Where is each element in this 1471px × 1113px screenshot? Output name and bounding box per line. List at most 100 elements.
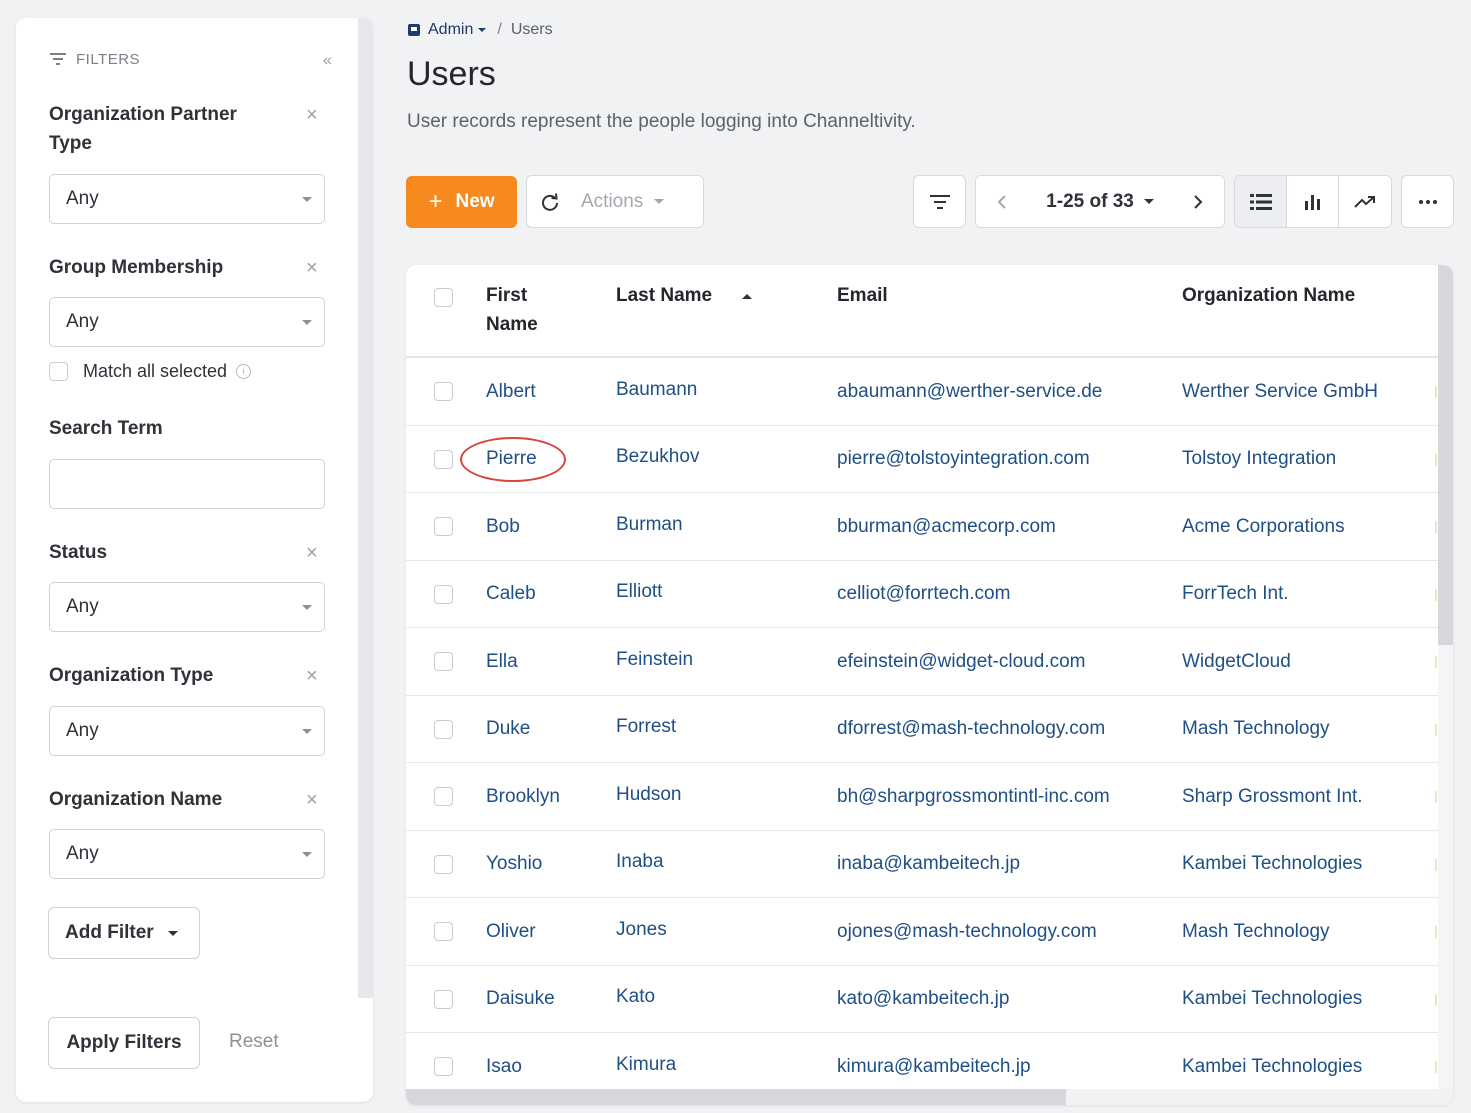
clear-filter-icon[interactable]: × — [306, 105, 318, 125]
organization-link[interactable]: WidgetCloud — [1182, 628, 1291, 695]
sort-ascending-icon[interactable] — [742, 294, 752, 299]
email-link[interactable]: celliot@forrtech.com — [837, 561, 1010, 628]
select-value: Any — [66, 720, 99, 741]
first-name-link[interactable]: Bob — [486, 493, 520, 560]
email-link[interactable]: efeinstein@widget-cloud.com — [837, 628, 1085, 695]
filter-label-group-membership: Group Membership — [49, 257, 224, 278]
page-range-dropdown[interactable]: 1-25 of 33 — [1028, 191, 1172, 213]
select-value: Any — [66, 843, 99, 864]
table-horizontal-scrollbar[interactable] — [406, 1089, 1066, 1105]
organization-link[interactable]: ForrTech Int. — [1182, 561, 1289, 628]
email-link[interactable]: ojones@mash-technology.com — [837, 898, 1097, 965]
row-checkbox[interactable] — [434, 854, 453, 874]
first-name-link[interactable]: Duke — [486, 696, 530, 763]
email-link[interactable]: pierre@tolstoyintegration.com — [837, 426, 1090, 493]
caret-down-icon — [654, 199, 665, 204]
column-header-last-name[interactable]: Last Name — [616, 281, 712, 310]
row-checkbox[interactable] — [434, 1057, 453, 1076]
row-checkbox[interactable] — [434, 449, 453, 469]
last-name-link[interactable]: Forrest — [616, 694, 676, 761]
first-name-link[interactable]: Brooklyn — [486, 763, 560, 830]
row-status-edge — [1435, 386, 1437, 398]
column-header-first-name[interactable]: First Name — [486, 281, 576, 339]
first-name-link[interactable]: Daisuke — [486, 966, 555, 1033]
match-all-checkbox[interactable] — [49, 361, 68, 381]
organization-name-select[interactable]: Any — [49, 829, 325, 879]
row-checkbox[interactable] — [434, 584, 453, 604]
partner-type-select[interactable]: Any — [49, 174, 325, 224]
email-link[interactable]: inaba@kambeitech.jp — [837, 831, 1020, 898]
organization-link[interactable]: Werther Service GmbH — [1182, 358, 1378, 425]
sidebar-scrollbar[interactable] — [358, 18, 373, 998]
email-link[interactable]: abaumann@werther-service.de — [837, 358, 1102, 425]
first-name-link[interactable]: Oliver — [486, 898, 536, 965]
row-checkbox[interactable] — [434, 719, 453, 739]
search-term-input[interactable] — [49, 459, 325, 509]
breadcrumb-admin[interactable]: Admin — [428, 21, 473, 39]
organization-link[interactable]: Mash Technology — [1182, 898, 1330, 965]
last-name-link[interactable]: Kimura — [616, 1031, 676, 1098]
more-options-button[interactable] — [1401, 175, 1454, 228]
previous-page-icon[interactable] — [976, 194, 1028, 210]
info-icon[interactable]: i — [236, 363, 252, 379]
list-view-icon[interactable] — [1235, 176, 1287, 227]
first-name-link[interactable]: Ella — [486, 628, 518, 695]
last-name-link[interactable]: Kato — [616, 964, 655, 1031]
column-header-email[interactable]: Email — [837, 281, 888, 310]
caret-down-icon[interactable] — [478, 28, 487, 32]
trend-view-icon[interactable] — [1339, 176, 1391, 227]
email-link[interactable]: bburman@acmecorp.com — [837, 493, 1056, 560]
organization-link[interactable]: Sharp Grossmont Int. — [1182, 763, 1363, 830]
organization-link[interactable]: Tolstoy Integration — [1182, 426, 1336, 493]
last-name-link[interactable]: Inaba — [616, 829, 664, 896]
last-name-link[interactable]: Feinstein — [616, 626, 693, 693]
first-name-link[interactable]: Yoshio — [486, 831, 542, 898]
filters-sidebar: FILTERS ‹‹ Organization Partner Type × A… — [16, 18, 373, 1102]
last-name-link[interactable]: Jones — [616, 896, 667, 963]
last-name-link[interactable]: Bezukhov — [616, 424, 699, 491]
email-link[interactable]: dforrest@mash-technology.com — [837, 696, 1105, 763]
toggle-filters-button[interactable] — [913, 175, 966, 228]
row-status-edge — [1435, 656, 1437, 668]
actions-dropdown[interactable]: Actions — [581, 191, 643, 213]
organization-type-select[interactable]: Any — [49, 706, 325, 756]
column-header-organization-name[interactable]: Organization Name — [1182, 281, 1355, 310]
collapse-sidebar-icon[interactable]: ‹‹ — [323, 50, 332, 70]
last-name-link[interactable]: Hudson — [616, 761, 682, 828]
organization-link[interactable]: Mash Technology — [1182, 696, 1330, 763]
organization-link[interactable]: Kambei Technologies — [1182, 831, 1362, 898]
last-name-link[interactable]: Baumann — [616, 356, 697, 423]
bar-chart-view-icon[interactable] — [1287, 176, 1339, 227]
clear-filter-icon[interactable]: × — [306, 666, 318, 686]
table-row: Duke Forrest dforrest@mash-technology.com M… — [406, 694, 1438, 763]
row-checkbox[interactable] — [434, 382, 453, 401]
email-link[interactable]: bh@sharpgrossmontintl-inc.com — [837, 763, 1110, 830]
table-vertical-scrollbar[interactable] — [1438, 265, 1453, 645]
clear-filter-icon[interactable]: × — [306, 543, 318, 563]
new-button[interactable]: + New — [406, 176, 517, 228]
reset-button[interactable]: Reset — [229, 1031, 279, 1053]
first-name-link[interactable]: Caleb — [486, 561, 536, 628]
first-name-link[interactable]: Albert — [486, 358, 536, 425]
organization-link[interactable]: Kambei Technologies — [1182, 966, 1362, 1033]
row-checkbox[interactable] — [434, 922, 453, 941]
refresh-icon[interactable] — [527, 192, 573, 212]
organization-link[interactable]: Acme Corporations — [1182, 493, 1345, 560]
clear-filter-icon[interactable]: × — [306, 258, 318, 278]
apply-filters-button[interactable]: Apply Filters — [48, 1017, 200, 1069]
row-checkbox[interactable] — [434, 517, 453, 536]
row-checkbox[interactable] — [434, 787, 453, 806]
last-name-link[interactable]: Burman — [616, 491, 683, 558]
first-name-link[interactable]: Pierre — [486, 426, 537, 493]
add-filter-button[interactable]: Add Filter — [48, 907, 200, 959]
row-status-edge — [1435, 453, 1437, 466]
select-all-checkbox[interactable] — [434, 288, 453, 307]
row-checkbox[interactable] — [434, 989, 453, 1009]
status-select[interactable]: Any — [49, 582, 325, 632]
email-link[interactable]: kato@kambeitech.jp — [837, 966, 1009, 1033]
clear-filter-icon[interactable]: × — [306, 790, 318, 810]
group-membership-select[interactable]: Any — [49, 297, 325, 347]
row-checkbox[interactable] — [434, 652, 453, 671]
last-name-link[interactable]: Elliott — [616, 559, 662, 626]
next-page-icon[interactable] — [1172, 194, 1224, 210]
